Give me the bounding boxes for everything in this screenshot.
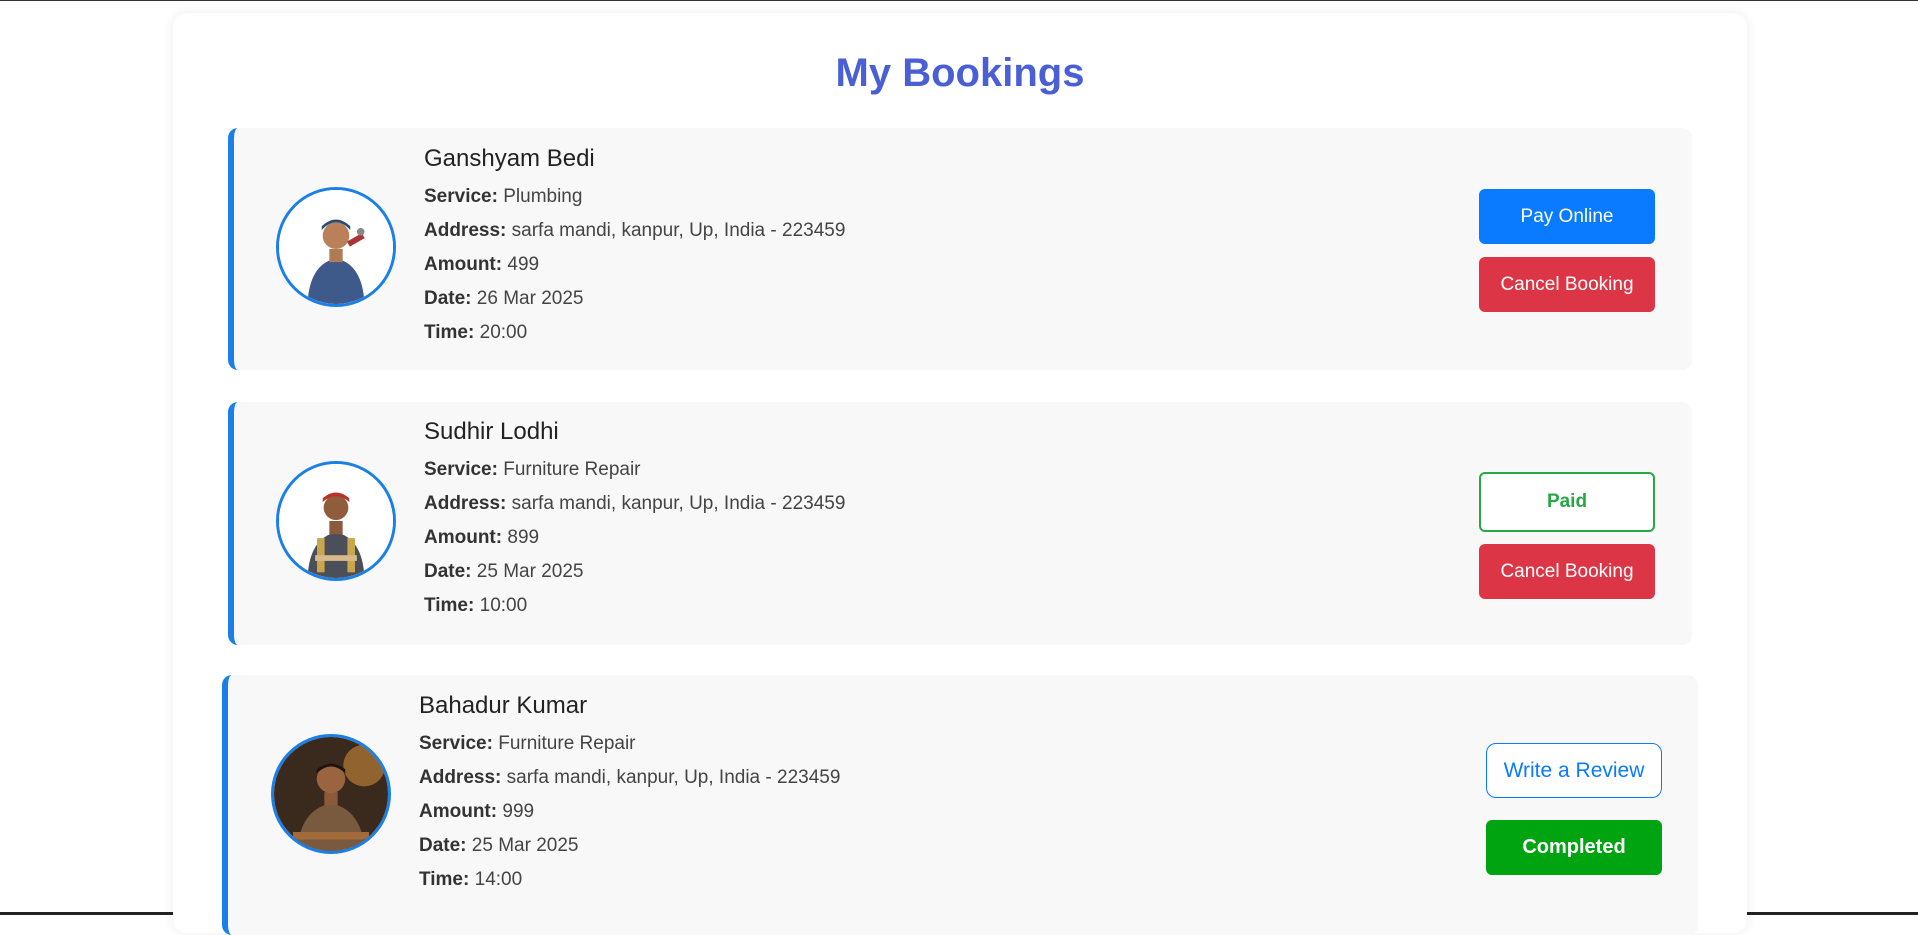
- amount-value: 899: [507, 527, 540, 548]
- provider-name: Ganshyam Bedi: [424, 145, 595, 172]
- address-row: Address: sarfa mandi, kanpur, Up, India …: [424, 214, 845, 248]
- service-label: Service:: [424, 459, 498, 480]
- booking-card: Sudhir Lodhi Service: Furniture Repair A…: [228, 402, 1692, 645]
- address-label: Address:: [424, 220, 507, 241]
- address-row: Address: sarfa mandi, kanpur, Up, India …: [419, 761, 840, 795]
- amount-row: Amount: 899: [424, 521, 845, 555]
- amount-label: Amount:: [419, 801, 498, 822]
- booking-card: Bahadur Kumar Service: Furniture Repair …: [222, 675, 1698, 935]
- service-value: Furniture Repair: [503, 459, 641, 480]
- time-label: Time:: [419, 869, 470, 890]
- bookings-container: My Bookings Ganshyam Bedi Service: Plumb…: [173, 13, 1747, 935]
- address-value: sarfa mandi, kanpur, Up, India - 223459: [506, 767, 841, 788]
- time-label: Time:: [424, 322, 475, 343]
- address-value: sarfa mandi, kanpur, Up, India - 223459: [511, 493, 846, 514]
- date-row: Date: 25 Mar 2025: [424, 555, 845, 589]
- date-label: Date:: [424, 288, 472, 309]
- booking-info: Bahadur Kumar Service: Furniture Repair …: [419, 691, 840, 897]
- time-label: Time:: [424, 595, 475, 616]
- time-value: 14:00: [474, 869, 523, 890]
- time-row: Time: 20:00: [424, 316, 845, 350]
- date-row: Date: 26 Mar 2025: [424, 282, 845, 316]
- completed-status-button: Completed: [1486, 820, 1662, 875]
- date-value: 26 Mar 2025: [476, 288, 584, 309]
- cancel-booking-button[interactable]: Cancel Booking: [1479, 257, 1655, 312]
- write-review-button[interactable]: Write a Review: [1486, 743, 1662, 798]
- avatar: [276, 187, 396, 307]
- amount-row: Amount: 499: [424, 248, 845, 282]
- address-label: Address:: [419, 767, 502, 788]
- service-row: Service: Furniture Repair: [424, 453, 845, 487]
- date-label: Date:: [419, 835, 467, 856]
- pay-online-button[interactable]: Pay Online: [1479, 189, 1655, 244]
- avatar: [271, 734, 391, 854]
- date-value: 25 Mar 2025: [476, 561, 584, 582]
- service-label: Service:: [424, 186, 498, 207]
- service-value: Furniture Repair: [498, 733, 636, 754]
- avatar: [276, 461, 396, 581]
- booking-info: Ganshyam Bedi Service: Plumbing Address:…: [424, 144, 845, 350]
- cancel-booking-button[interactable]: Cancel Booking: [1479, 544, 1655, 599]
- time-row: Time: 14:00: [419, 863, 840, 897]
- service-label: Service:: [419, 733, 493, 754]
- amount-value: 999: [502, 801, 535, 822]
- date-label: Date:: [424, 561, 472, 582]
- amount-row: Amount: 999: [419, 795, 840, 829]
- page-title: My Bookings: [835, 51, 1085, 95]
- amount-label: Amount:: [424, 527, 503, 548]
- paid-status-button: Paid: [1479, 472, 1655, 532]
- amount-value: 499: [507, 254, 540, 275]
- amount-label: Amount:: [424, 254, 503, 275]
- address-label: Address:: [424, 493, 507, 514]
- date-row: Date: 25 Mar 2025: [419, 829, 840, 863]
- time-row: Time: 10:00: [424, 589, 845, 623]
- provider-name: Bahadur Kumar: [419, 692, 588, 719]
- address-row: Address: sarfa mandi, kanpur, Up, India …: [424, 487, 845, 521]
- provider-name: Sudhir Lodhi: [424, 418, 559, 445]
- address-value: sarfa mandi, kanpur, Up, India - 223459: [511, 220, 846, 241]
- booking-card: Ganshyam Bedi Service: Plumbing Address:…: [228, 128, 1692, 370]
- time-value: 10:00: [479, 595, 528, 616]
- service-row: Service: Plumbing: [424, 180, 845, 214]
- service-value: Plumbing: [503, 186, 583, 207]
- service-row: Service: Furniture Repair: [419, 727, 840, 761]
- booking-info: Sudhir Lodhi Service: Furniture Repair A…: [424, 417, 845, 623]
- time-value: 20:00: [479, 322, 528, 343]
- date-value: 25 Mar 2025: [471, 835, 579, 856]
